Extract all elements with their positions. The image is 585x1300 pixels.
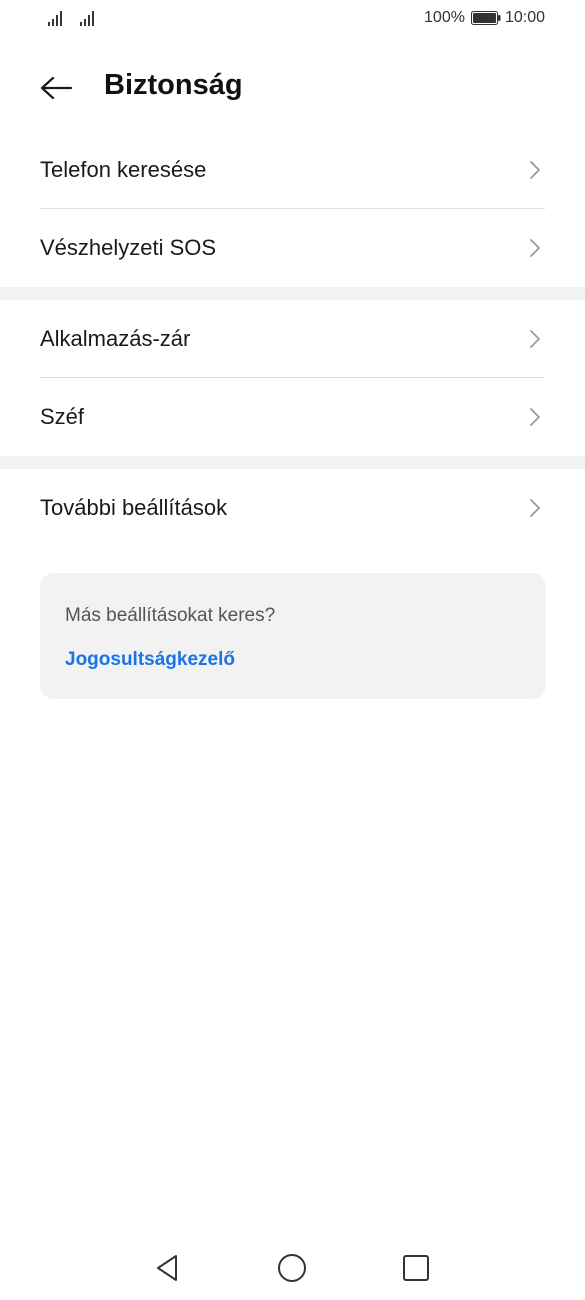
settings-group-2: Alkalmazás-zár Széf [0,300,585,456]
menu-item-emergency-sos[interactable]: Vészhelyzeti SOS [0,209,585,287]
status-right: 100% 10:00 [424,9,545,27]
triangle-back-icon[interactable] [152,1252,184,1284]
signal-strength-icon [48,11,62,26]
square-recents-icon[interactable] [400,1252,432,1284]
menu-item-find-phone[interactable]: Telefon keresése [0,131,585,209]
chevron-right-icon [530,499,540,517]
app-header: Biztonság [0,58,585,118]
circle-home-icon[interactable] [276,1252,308,1284]
menu-item-label: Telefon keresése [40,157,207,182]
battery-percent: 100% [424,9,465,26]
permission-manager-link[interactable]: Jogosultságkezelő [65,649,235,671]
clock: 10:00 [504,9,545,26]
status-bar: 100% 10:00 [0,0,585,40]
section-separator [0,456,585,469]
signal-strength-icon [80,11,94,26]
chevron-right-icon [530,161,540,179]
menu-item-label: Széf [40,404,85,429]
arrow-left-icon [40,76,73,100]
menu-item-label: További beállítások [40,495,228,520]
settings-group-1: Telefon keresése Vészhelyzeti SOS [0,131,585,287]
chevron-right-icon [530,330,540,348]
menu-item-label: Vészhelyzeti SOS [40,235,217,260]
section-separator [0,287,585,300]
system-nav-bar [0,1240,585,1300]
suggestion-question: Más beállításokat keres? [65,605,276,626]
menu-item-label: Alkalmazás-zár [40,326,191,351]
settings-group-3: További beállítások [0,469,585,547]
menu-item-safe[interactable]: Széf [0,378,585,456]
menu-item-app-lock[interactable]: Alkalmazás-zár [0,300,585,378]
page-title: Biztonság [104,69,243,101]
back-button[interactable] [34,70,78,106]
menu-item-more-settings[interactable]: További beállítások [0,469,585,547]
chevron-right-icon [530,239,540,257]
suggestion-card: Más beállításokat keres? Jogosultságkeze… [40,573,546,699]
chevron-right-icon [530,408,540,426]
battery-icon [470,11,501,25]
